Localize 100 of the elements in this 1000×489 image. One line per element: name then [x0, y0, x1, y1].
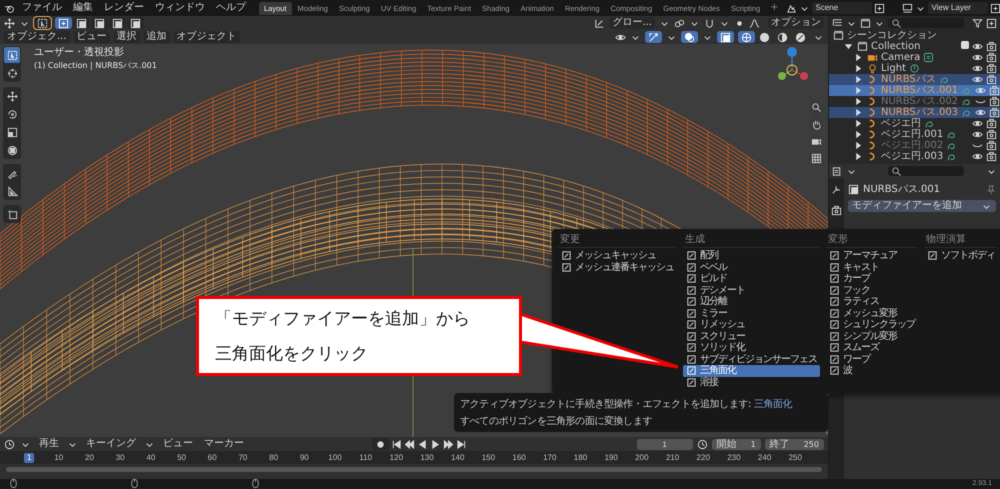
overlays-button[interactable]: [681, 31, 698, 43]
new-view-layer-icon[interactable]: [990, 2, 1000, 14]
scene-field[interactable]: Scene: [812, 2, 872, 14]
link-icon[interactable]: [674, 18, 685, 28]
selection-mode-button[interactable]: [55, 17, 72, 29]
camera-icon[interactable]: [986, 129, 997, 140]
selection-mode-button[interactable]: [127, 17, 144, 29]
eye-icon[interactable]: [972, 129, 983, 140]
camera-icon[interactable]: [989, 107, 1000, 118]
gizmo-toggle-button[interactable]: [645, 31, 662, 43]
outliner-item[interactable]: ベジエ円: [881, 118, 921, 129]
new-scene-icon[interactable]: [874, 2, 885, 14]
tool-button[interactable]: [4, 47, 20, 63]
menu-item[interactable]: キャスト: [826, 262, 918, 273]
menu-item[interactable]: ミラー: [683, 308, 820, 319]
menu-item[interactable]: シュリンクラップ: [826, 319, 918, 330]
menu-item[interactable]: 追加: [144, 31, 170, 43]
orientation-dropdown[interactable]: グロー...: [609, 17, 655, 29]
xray-button[interactable]: [717, 31, 734, 43]
shading-mode-button[interactable]: [738, 31, 755, 43]
menu-item[interactable]: ビュー: [74, 31, 110, 43]
axes-icon[interactable]: [594, 18, 606, 28]
outliner-item[interactable]: シーンコレクション: [847, 30, 937, 41]
outliner-item[interactable]: ベジエ円.001: [881, 129, 944, 140]
start-frame-field[interactable]: 開始 1: [712, 438, 761, 450]
jump-end-button[interactable]: [456, 438, 467, 450]
falloff-curve-icon[interactable]: [749, 18, 760, 28]
wrench-icon[interactable]: [831, 184, 842, 195]
eye-icon[interactable]: [972, 52, 983, 63]
view-control-button[interactable]: [809, 151, 823, 165]
camera-icon[interactable]: [986, 151, 997, 162]
outliner-item[interactable]: Camera: [881, 52, 920, 63]
menu-item[interactable]: サブディビジョンサーフェス: [683, 354, 820, 365]
menu-item[interactable]: アーマチュア: [826, 250, 918, 262]
light-data-icon[interactable]: [908, 63, 920, 74]
selection-mode-button[interactable]: [91, 17, 108, 29]
menu-item[interactable]: マーカー: [201, 438, 247, 450]
menu-item[interactable]: 再生: [36, 438, 62, 450]
add-modifier-dropdown[interactable]: モディファイアーを追加: [848, 200, 996, 212]
add-workspace-button[interactable]: +: [766, 2, 783, 14]
menu-item[interactable]: デシメート: [683, 284, 820, 296]
menu-item[interactable]: 配列: [683, 250, 820, 262]
menu-item[interactable]: キーイング: [83, 438, 139, 450]
menu-item[interactable]: オブジェクト: [174, 31, 240, 43]
menu-item[interactable]: ベベル: [683, 262, 820, 273]
outliner-item[interactable]: Light: [881, 63, 906, 74]
menu-item[interactable]: ヘルプ: [212, 1, 250, 15]
checkbox[interactable]: [961, 41, 969, 49]
camera-icon[interactable]: [986, 41, 997, 52]
new-collection-icon[interactable]: [986, 18, 997, 28]
menu-item[interactable]: シンプル変形: [826, 330, 918, 342]
menu-item[interactable]: スクリュー: [683, 330, 820, 342]
view-layer-field[interactable]: View Layer: [928, 2, 988, 14]
search-field[interactable]: [888, 18, 964, 28]
magnet-icon[interactable]: [704, 18, 715, 28]
jump-start-button[interactable]: [391, 438, 402, 450]
scrollbar[interactable]: [6, 467, 822, 472]
playhead-marker[interactable]: 1: [24, 452, 34, 462]
view-control-button[interactable]: [809, 134, 823, 148]
options-dropdown[interactable]: オプション: [768, 17, 824, 29]
selection-mode-button[interactable]: [109, 17, 126, 29]
camera-icon[interactable]: [986, 118, 997, 129]
menu-item[interactable]: ビルド: [683, 273, 820, 284]
eye-icon[interactable]: [975, 107, 986, 118]
menu-item[interactable]: ワープ: [826, 354, 918, 365]
menu-item[interactable]: メッシュ連番キャッシュ: [558, 262, 677, 273]
outliner-item[interactable]: Collection: [871, 41, 920, 52]
menu-item[interactable]: 波: [826, 365, 918, 376]
eye-icon[interactable]: [972, 41, 983, 52]
camera-icon[interactable]: [986, 63, 997, 74]
menu-item[interactable]: 選択: [114, 31, 140, 43]
record-button[interactable]: [372, 438, 389, 450]
menu-item[interactable]: レンダー: [100, 1, 148, 15]
menu-item[interactable]: ビュー: [160, 438, 196, 450]
menu-item[interactable]: メッシュ変形: [826, 308, 918, 319]
clock-icon[interactable]: [696, 438, 708, 450]
current-frame-field[interactable]: 1: [636, 438, 693, 450]
mode-dropdown[interactable]: オブジェク...: [4, 31, 70, 43]
eye-icon[interactable]: [972, 74, 983, 85]
scene-icon[interactable]: [786, 2, 797, 14]
end-frame-field[interactable]: 終了 250: [764, 438, 824, 450]
eye-icon[interactable]: [972, 63, 983, 74]
pin-icon[interactable]: [985, 184, 996, 194]
eye-icon[interactable]: [972, 118, 983, 129]
menu-item[interactable]: カーブ: [826, 273, 918, 284]
outliner-item[interactable]: ベジエ円.003: [881, 151, 944, 162]
filter-icon[interactable]: [972, 18, 983, 28]
search-field[interactable]: [888, 166, 964, 176]
view-layer-icon[interactable]: [902, 2, 913, 14]
selection-mode-button[interactable]: [73, 17, 90, 29]
eye-icon[interactable]: [972, 151, 983, 162]
display-mode-icon[interactable]: [860, 18, 871, 28]
camera-icon[interactable]: [986, 140, 997, 151]
camera-icon[interactable]: [986, 52, 997, 63]
collapse-arrow-icon[interactable]: [843, 41, 854, 52]
menu-item[interactable]: 三角面化: [683, 365, 820, 376]
camera-icon[interactable]: [986, 74, 997, 85]
menu-item[interactable]: ファイル: [18, 1, 66, 15]
menu-item[interactable]: メッシュキャッシュ: [558, 250, 677, 262]
menu-item[interactable]: ソリッド化: [683, 342, 820, 354]
